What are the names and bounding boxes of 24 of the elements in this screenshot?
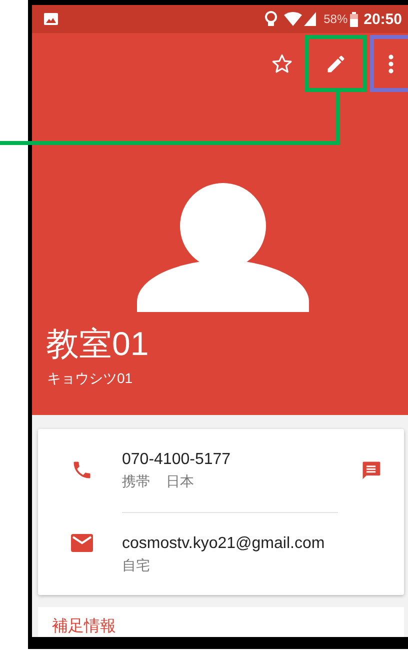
- contact-name: 教室01: [46, 324, 150, 364]
- battery-icon: [350, 12, 358, 26]
- wifi-icon: [284, 12, 302, 26]
- detail-label: 自宅: [122, 557, 150, 575]
- detail-label: 日本: [166, 473, 194, 491]
- star-outline-icon: [271, 52, 293, 74]
- phone-number[interactable]: 070-4100-5177: [122, 451, 338, 469]
- detail-label: 携帯: [122, 473, 150, 491]
- signal-icon: [304, 12, 316, 26]
- clock-time: 20:50: [364, 10, 402, 28]
- edit-button[interactable]: [305, 35, 367, 92]
- email-address[interactable]: cosmostv.kyo21@gmail.com: [122, 535, 338, 553]
- pencil-icon: [325, 52, 347, 74]
- phone-icon: [71, 459, 93, 481]
- alarm-icon: [264, 11, 278, 27]
- image-icon: [44, 13, 58, 25]
- battery-percentage: 58%: [324, 12, 348, 26]
- person-silhouette-icon: [137, 182, 309, 312]
- envelope-icon: [71, 534, 93, 552]
- contact-reading: キョウシツ01: [47, 370, 134, 388]
- message-icon[interactable]: [360, 459, 382, 481]
- section-title: 補足情報: [52, 616, 117, 637]
- more-options-button[interactable]: [370, 35, 408, 92]
- more-options-icon: [388, 54, 394, 74]
